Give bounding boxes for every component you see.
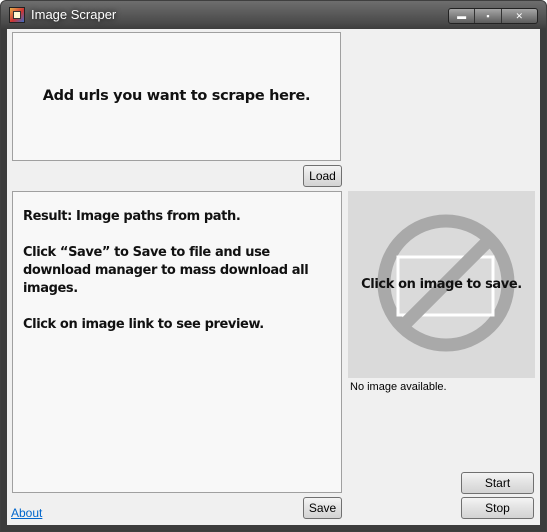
result-line-1: Result: Image paths from path. [23, 209, 241, 224]
url-input-hint: Add urls you want to scrape here. [42, 88, 311, 104]
preview-status: No image available. [350, 381, 447, 393]
save-button[interactable]: Save [303, 497, 342, 519]
app-icon[interactable] [9, 7, 25, 23]
close-icon[interactable]: ✕ [502, 9, 537, 23]
result-list[interactable]: Result: Image paths from path. Click “Sa… [12, 191, 342, 493]
result-text: Result: Image paths from path. Click “Sa… [23, 208, 333, 352]
title-bar[interactable]: Image Scraper ▬ ▪ ✕ [1, 1, 546, 29]
preview-caption: Click on image to save. [361, 277, 522, 292]
result-line-2: Click “Save” to Save to file and use dow… [23, 245, 309, 296]
stop-button[interactable]: Stop [461, 497, 534, 519]
client-area: Add urls you want to scrape here. Load R… [7, 29, 540, 525]
app-window: Image Scraper ▬ ▪ ✕ Add urls you want to… [0, 0, 547, 532]
start-button[interactable]: Start [461, 472, 534, 494]
image-preview[interactable]: Click on image to save. [348, 191, 535, 378]
about-link[interactable]: About [11, 506, 42, 520]
load-button[interactable]: Load [303, 165, 342, 187]
maximize-icon[interactable]: ▪ [475, 9, 502, 23]
window-title: Image Scraper [31, 7, 117, 22]
url-input[interactable]: Add urls you want to scrape here. [12, 32, 341, 161]
result-line-3: Click on image link to see preview. [23, 317, 264, 332]
window-controls: ▬ ▪ ✕ [448, 8, 538, 24]
minimize-icon[interactable]: ▬ [449, 9, 476, 23]
